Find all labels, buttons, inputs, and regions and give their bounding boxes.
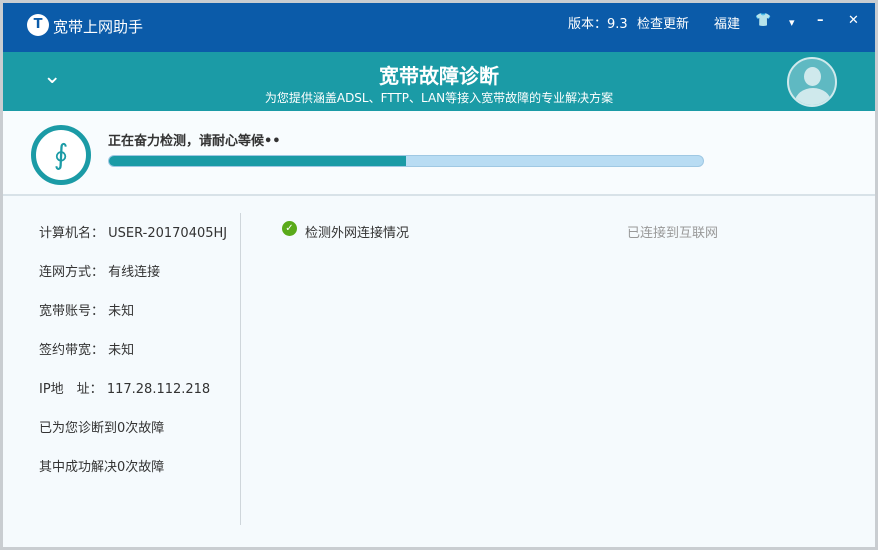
info-row: IP地 址： 117.28.112.218	[39, 378, 227, 417]
check-item-name: 检测外网连接情况	[305, 226, 410, 241]
info-label: 计算机名：	[39, 226, 105, 241]
app-title: 宽带上网助手	[53, 18, 144, 36]
info-value: 有线连接	[108, 265, 161, 280]
info-label: 宽带账号：	[39, 304, 105, 319]
info-value: 117.28.112.218	[106, 382, 211, 397]
header-banner: ⌄ 宽带故障诊断 为您提供涵盖ADSL、FTTP、LAN等接入宽带故障的专业解决…	[3, 52, 875, 111]
region-button[interactable]: 福建	[714, 13, 740, 32]
progress-bar	[108, 155, 704, 167]
info-label: IP地 址：	[39, 382, 103, 397]
diagnosed-count: 已为您诊断到0次故障	[39, 421, 165, 436]
info-value: 未知	[108, 304, 135, 319]
menu-dropdown-icon[interactable]: ▾	[789, 16, 795, 29]
info-row: 计算机名： USER-20170405HJ	[39, 222, 227, 261]
page-title: 宽带故障诊断	[379, 64, 499, 88]
check-success-icon: ✓	[282, 221, 297, 236]
divider	[240, 213, 241, 525]
app-window: T 宽带上网助手 版本：9.3 检查更新 福建 👕 ▾ – ✕ ⌄ 宽带故障诊断…	[3, 3, 875, 547]
info-label: 连网方式：	[39, 265, 105, 280]
info-row: 宽带账号： 未知	[39, 300, 227, 339]
info-row: 连网方式： 有线连接	[39, 261, 227, 300]
status-text: 正在奋力检测，请耐心等候••	[108, 134, 281, 149]
page-subtitle: 为您提供涵盖ADSL、FTTP、LAN等接入宽带故障的专业解决方案	[264, 91, 614, 105]
info-row: 签约带宽： 未知	[39, 339, 227, 378]
check-item-result: 已连接到互联网	[627, 226, 719, 241]
info-value: 未知	[108, 343, 135, 358]
info-value: USER-20170405HJ	[108, 226, 228, 241]
check-update-link[interactable]: 检查更新	[637, 13, 689, 32]
info-panel: 计算机名： USER-20170405HJ 连网方式： 有线连接 宽带账号： 未…	[39, 222, 227, 495]
progress-fill	[109, 156, 406, 166]
avatar[interactable]	[787, 57, 837, 107]
info-label: 签约带宽：	[39, 343, 105, 358]
solved-count: 其中成功解决0次故障	[39, 460, 165, 475]
version-label: 版本：9.3	[568, 17, 628, 32]
close-icon[interactable]: ✕	[848, 13, 859, 28]
app-logo-icon: T	[27, 14, 49, 36]
status-panel: ∮ 正在奋力检测，请耐心等候••	[3, 111, 875, 196]
stethoscope-icon: ∮	[31, 125, 91, 185]
skin-shirt-icon[interactable]: 👕	[755, 13, 771, 28]
title-bar: T 宽带上网助手 版本：9.3 检查更新 福建 👕 ▾ – ✕	[3, 3, 875, 52]
minimize-icon[interactable]: –	[817, 13, 824, 28]
